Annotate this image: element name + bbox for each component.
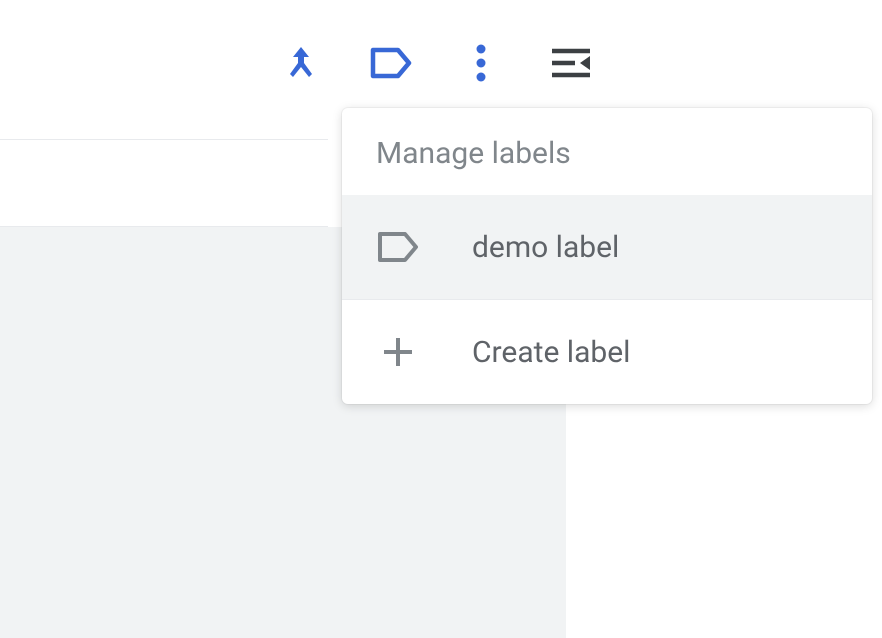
merge-icon [284, 44, 318, 82]
collapse-panel-button[interactable] [550, 42, 592, 84]
label-icon [376, 225, 420, 269]
label-icon [370, 47, 412, 79]
label-button[interactable] [370, 42, 412, 84]
merge-button[interactable] [280, 42, 322, 84]
collapse-icon [550, 47, 592, 79]
plus-icon [376, 330, 420, 374]
label-item-demo-label[interactable]: demo label [342, 195, 872, 299]
create-label-text: Create label [472, 335, 630, 370]
background-panel-strip [0, 139, 328, 227]
dropdown-header: Manage labels [342, 108, 872, 195]
label-item-text: demo label [472, 230, 619, 265]
toolbar [280, 42, 592, 84]
more-vertical-icon [475, 44, 487, 82]
create-label-item[interactable]: Create label [342, 300, 872, 404]
more-options-button[interactable] [460, 42, 502, 84]
manage-labels-dropdown: Manage labels demo label Create label [342, 108, 872, 404]
